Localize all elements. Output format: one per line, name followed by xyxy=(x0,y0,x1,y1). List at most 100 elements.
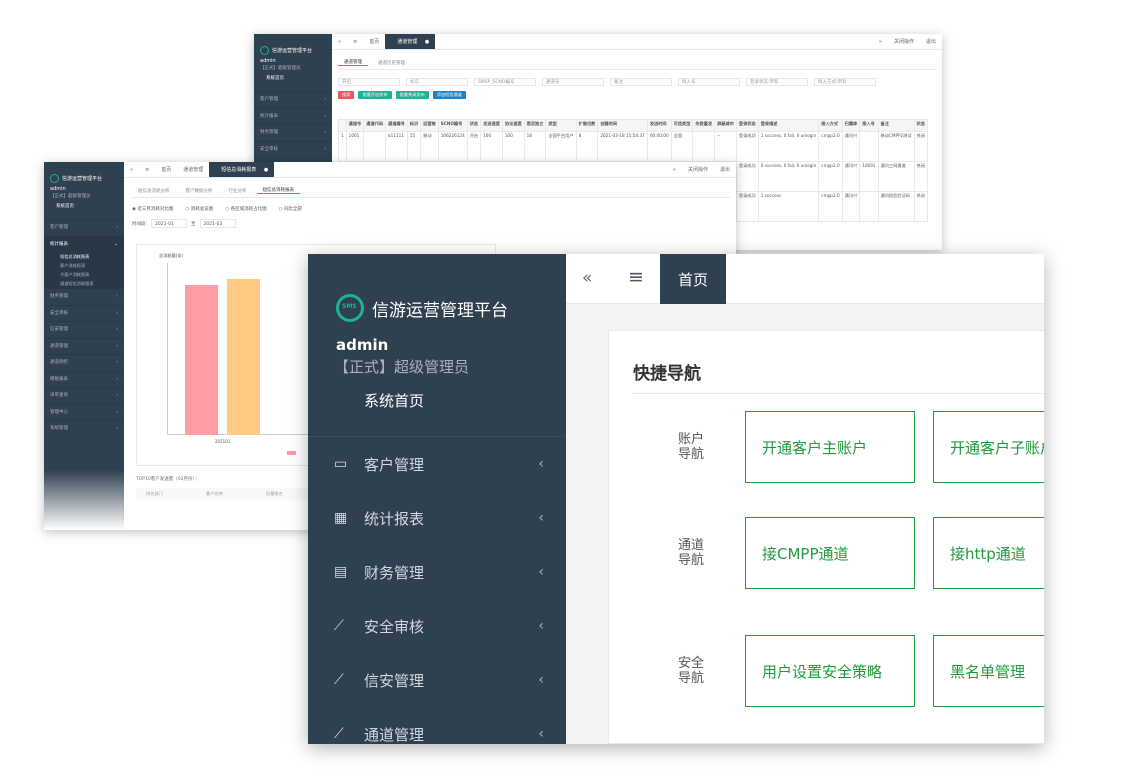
front-home-link[interactable]: 系统首页 xyxy=(364,390,424,411)
subtab-industry-analysis[interactable]: 行业分析 xyxy=(223,188,253,194)
filter-field[interactable]: 接入号 xyxy=(678,78,740,86)
quick-nav-button[interactable]: 接http通道 xyxy=(933,517,1044,589)
back-close-ops[interactable]: 关闭操作 xyxy=(888,38,920,45)
table-header-cell: 备注 xyxy=(877,119,915,132)
table-header-cell: 通道代码 xyxy=(363,119,387,132)
table-cell: 通讯兴 xyxy=(841,131,861,162)
filter-field[interactable]: SMSP_SCNO编号 xyxy=(474,78,536,86)
tab-home[interactable]: 首页 xyxy=(660,254,726,304)
subtab-total-report[interactable]: 短信总消耗报表 xyxy=(256,187,300,194)
mid-menu-item[interactable]: 客户管理 ‹ xyxy=(44,219,124,236)
subtab-customer-analysis[interactable]: 客户数据分析 xyxy=(180,188,219,194)
back-menu-item[interactable]: 财务管理 ‹ xyxy=(254,124,332,141)
table-cell: -- xyxy=(714,131,737,162)
back-menu-item[interactable]: 统计报表 ‹ xyxy=(254,107,332,125)
mid-menu-item[interactable]: 统计报表 ⌄ xyxy=(44,235,124,252)
back-menu-item[interactable]: 客户管理 ‹ xyxy=(254,91,332,108)
back-menu-icon[interactable]: ≡ xyxy=(347,39,363,45)
back-menu-item[interactable]: 安全审核 ‹ xyxy=(254,140,332,158)
chevron-left-icon: ‹ xyxy=(116,343,118,349)
table-header-cell: 类型 xyxy=(545,119,577,132)
mid-collapse-icon[interactable]: « xyxy=(124,167,139,173)
mid-logout[interactable]: 退出 xyxy=(714,166,736,173)
chevron-left-icon: ‹ xyxy=(538,456,544,472)
radio-overview[interactable]: 消耗总览图 xyxy=(185,206,214,212)
collapse-double-chevron-icon[interactable]: « xyxy=(582,268,592,288)
mid-submenu-item[interactable]: 子客户消耗报表 xyxy=(44,270,124,279)
quick-nav-button[interactable]: 用户设置安全策略 xyxy=(745,635,915,707)
front-menu-item[interactable]: ▭ 客户管理 ‹ xyxy=(308,437,566,491)
quick-nav-button[interactable]: 开通客户子账户 xyxy=(933,411,1044,483)
mid-menu-item[interactable]: 管理中心 ‹ xyxy=(44,403,124,421)
table-cell: 00:00:00 xyxy=(646,131,672,162)
add-channel-button[interactable]: 添加短信通道 xyxy=(432,91,466,99)
hamburger-menu-icon[interactable]: ≡ xyxy=(628,266,644,288)
search-button[interactable]: 搜索 xyxy=(338,91,355,99)
back-logout[interactable]: 退出 xyxy=(920,38,942,45)
filter-field[interactable]: 登录状态:所有 xyxy=(746,78,808,86)
time-from-input[interactable]: 2021-01 xyxy=(151,219,188,228)
mid-menu-item[interactable]: 模板报表 ‹ xyxy=(44,370,124,388)
back-home-link[interactable]: 系统首页 xyxy=(254,71,332,81)
subtab-channel-history[interactable]: 通道历史管理 xyxy=(372,60,411,66)
chart-x-tick: 202101 xyxy=(215,439,231,444)
back-collapse-icon[interactable]: « xyxy=(332,39,347,45)
radio-region-share[interactable]: 各区域消耗占比图 xyxy=(225,206,267,212)
radio-yoy[interactable]: 同比全部 xyxy=(279,206,302,212)
back-tab-channel[interactable]: 通道管理 ● xyxy=(385,34,436,49)
mid-tab-report[interactable]: 短信总消耗报表 ● xyxy=(209,162,275,177)
mid-submenu-item[interactable]: 通道短信消耗报表 xyxy=(44,279,124,288)
mid-menu-label: 模板报表 xyxy=(50,376,68,382)
back-forward-icon[interactable]: » xyxy=(873,39,888,45)
front-menu: ▭ 客户管理 ‹ ▦ 统计报表 ‹ ▤ 财务管理 ‹ ⟋ 安全审核 ‹ ⟋ 信安管理 ‹ ⟋ 通道管理 ‹ xyxy=(308,436,566,744)
mid-menu-label: 信安管理 xyxy=(50,327,68,332)
quick-nav-button[interactable]: 接CMPP通道 xyxy=(745,517,915,589)
front-menu-label: 财务管理 xyxy=(364,563,425,582)
mid-close-ops[interactable]: 关闭操作 xyxy=(682,166,714,173)
mid-submenu-item[interactable]: 客户消耗报表 xyxy=(44,261,124,270)
front-menu-label: 通道管理 xyxy=(364,725,425,744)
filter-field[interactable]: 通道号 xyxy=(542,78,604,86)
radio-three-month[interactable]: 近三月消耗对比图 xyxy=(132,206,173,212)
mid-menu-item[interactable]: 安全审核 ‹ xyxy=(44,304,124,322)
table-cell: 2021-03-18 15:54:37 xyxy=(597,131,648,162)
filter-field[interactable]: 开启 xyxy=(338,78,400,86)
filter-field[interactable]: 接入方式:所有 xyxy=(814,78,876,86)
batch-disable-button[interactable]: 批量关闭发布 xyxy=(395,91,429,99)
mid-menu-item[interactable]: 通道管理 ‹ xyxy=(44,337,124,355)
back-menu: 客户管理 ‹ 统计报表 ‹ 财务管理 ‹ 安全审核 ‹ xyxy=(254,91,332,157)
mid-menu-item[interactable]: 信安管理 ‹ xyxy=(44,321,124,338)
mid-menu-item[interactable]: 通道调控 ‹ xyxy=(44,354,124,371)
table-cell: 登录成功 xyxy=(735,191,759,222)
filter-field[interactable]: 备注 xyxy=(610,78,672,86)
subtab-channel-management[interactable]: 通道管理 xyxy=(338,59,368,66)
mid-menu-icon[interactable]: ≡ xyxy=(139,167,155,173)
mid-tab-home[interactable]: 首页 xyxy=(155,166,177,173)
chevron-left-icon: ‹ xyxy=(538,510,544,526)
subtab-total-analysis[interactable]: 短信总消耗分析 xyxy=(132,188,176,194)
front-menu-item[interactable]: ▦ 统计报表 ‹ xyxy=(308,491,566,545)
time-to-input[interactable]: 2021-03 xyxy=(199,219,236,228)
filter-field[interactable]: 标识 xyxy=(406,78,468,86)
front-menu-item[interactable]: ⟋ 通道管理 ‹ xyxy=(308,707,566,744)
table-cell: 通讯三网通道 xyxy=(877,161,915,192)
quick-nav-button[interactable]: 黑名单管理 xyxy=(933,635,1044,707)
mid-tab-channel[interactable]: 通道管理 xyxy=(177,166,209,173)
chevron-left-icon: ‹ xyxy=(538,726,544,742)
front-menu-item[interactable]: ⟋ 信安管理 ‹ xyxy=(308,653,566,707)
mid-forward-icon[interactable]: » xyxy=(667,167,682,173)
back-tab-home[interactable]: 首页 xyxy=(363,38,385,45)
mid-menu-item[interactable]: 详单查询 ‹ xyxy=(44,387,124,404)
mid-menu-item[interactable]: 系统管理 ‹ xyxy=(44,420,124,437)
front-menu-item[interactable]: ⟋ 安全审核 ‹ xyxy=(308,599,566,653)
table-row[interactable]: 1 1001 b11111 15 移动 106226124 开启 100 100 16 全国平台用户… xyxy=(338,131,928,162)
front-menu-label: 信安管理 xyxy=(364,671,425,690)
mid-menu-item[interactable]: 财务管理 ‹ xyxy=(44,288,124,305)
mid-submenu-item[interactable]: 短信总消耗报表 xyxy=(44,252,124,261)
mid-home-link[interactable]: 系统首页 xyxy=(44,199,124,209)
back-menu-label: 统计报表 xyxy=(260,113,278,119)
quick-nav-button[interactable]: 开通客户主账户 xyxy=(745,411,915,483)
batch-enable-button[interactable]: 批量开启发布 xyxy=(358,91,392,99)
mid-tab-report-label: 短信总消耗报表 xyxy=(221,167,257,173)
front-menu-item[interactable]: ▤ 财务管理 ‹ xyxy=(308,545,566,599)
